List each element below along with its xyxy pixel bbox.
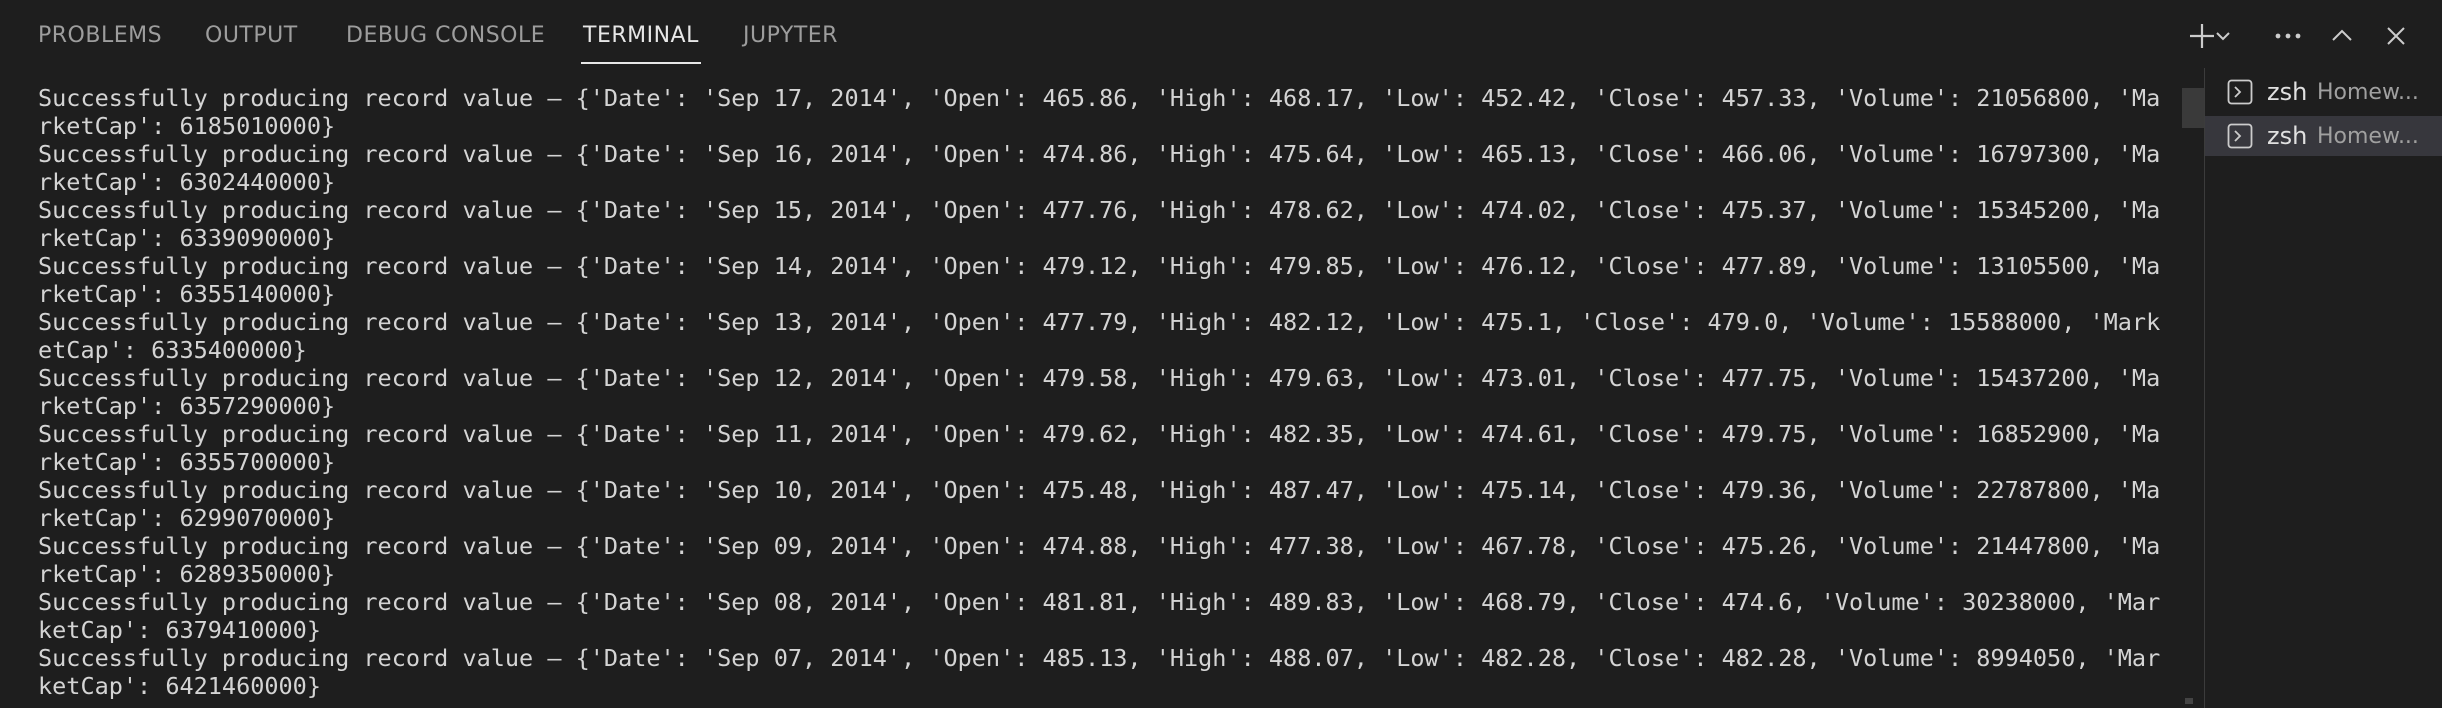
terminal-line: Successfully producing record value – {'… [38, 196, 2161, 252]
ellipsis-icon [2275, 33, 2301, 39]
terminal-line: Successfully producing record value – {'… [38, 644, 2161, 700]
terminal-icon [2227, 123, 2253, 149]
chevron-down-icon [2216, 32, 2230, 41]
terminal-icon [2227, 79, 2253, 105]
terminal-list-item-name: zsh [2267, 122, 2308, 150]
scrollbar-marker [2185, 698, 2193, 704]
terminal-line: Successfully producing record value – {'… [38, 308, 2161, 364]
tab-debug-console[interactable]: DEBUG CONSOLE [346, 0, 545, 68]
terminal-list-item-name: zsh [2267, 78, 2308, 106]
close-icon [2387, 27, 2405, 45]
terminal-output[interactable]: Successfully producing record value – {'… [38, 84, 2168, 708]
terminal-list-item-desc: Homew... [2317, 124, 2419, 149]
terminal-scrollbar-thumb[interactable] [2182, 88, 2204, 128]
terminal-line: Successfully producing record value – {'… [38, 420, 2161, 476]
terminal-list-item[interactable]: zsh Homew... [2205, 72, 2442, 112]
terminal-dropdown-button[interactable] [2208, 14, 2238, 58]
terminal-panel: PROBLEMS OUTPUT DEBUG CONSOLE TERMINAL J… [0, 0, 2442, 708]
tab-output[interactable]: OUTPUT [205, 0, 298, 68]
panel-actions [2182, 14, 2442, 58]
terminal-line: Successfully producing record value – {'… [38, 140, 2161, 196]
terminal-list-item-desc: Homew... [2317, 80, 2419, 105]
more-actions-button[interactable] [2268, 14, 2308, 58]
maximize-panel-button[interactable] [2322, 14, 2362, 58]
panel-tab-bar: PROBLEMS OUTPUT DEBUG CONSOLE TERMINAL J… [0, 0, 2442, 68]
terminal-line: Successfully producing record value – {'… [38, 588, 2161, 644]
terminal-line: Successfully producing record value – {'… [38, 84, 2161, 140]
tab-problems[interactable]: PROBLEMS [38, 0, 162, 68]
tab-jupyter[interactable]: JUPYTER [743, 0, 838, 68]
terminal-line: Successfully producing record value – {'… [38, 476, 2161, 532]
close-panel-button[interactable] [2376, 14, 2416, 58]
terminal-line: Successfully producing record value – {'… [38, 252, 2161, 308]
terminal-list: zsh Homew... zsh Homew... [2204, 68, 2442, 708]
chevron-up-icon [2332, 29, 2352, 41]
tab-terminal[interactable]: TERMINAL [581, 0, 701, 68]
terminal-list-item[interactable]: zsh Homew... [2205, 116, 2442, 156]
terminal-line: Successfully producing record value – {'… [38, 364, 2161, 420]
terminal-line: Successfully producing record value – {'… [38, 532, 2161, 588]
